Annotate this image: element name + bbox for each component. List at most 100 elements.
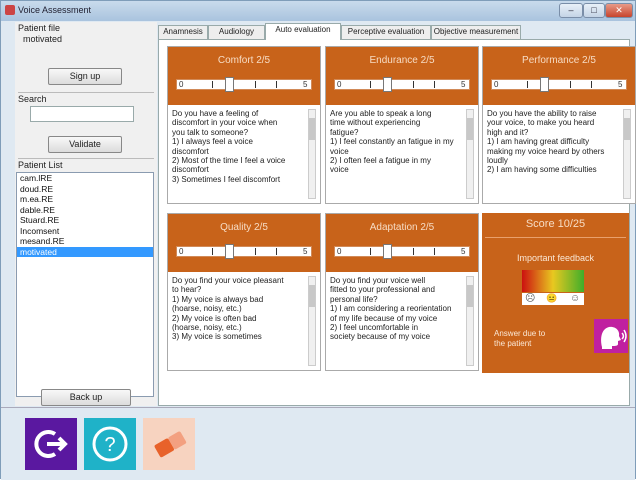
quality-question-text: Do you find your voice pleasant to hear? 1… xyxy=(172,276,306,368)
slider-min-label: 0 xyxy=(179,80,184,89)
tab-anamnesis[interactable]: Anamnesis xyxy=(158,25,208,39)
slider-tick xyxy=(254,248,256,255)
question-line: to hear? xyxy=(172,285,202,295)
list-item[interactable]: Stuard.RE xyxy=(17,215,153,226)
list-item[interactable]: doud.RE xyxy=(17,184,153,195)
list-item[interactable]: dable.RE xyxy=(17,205,153,216)
question-line: 2) I feel uncomfortable in xyxy=(330,323,419,333)
question-line: discomfort xyxy=(172,146,209,156)
tab-objective-measurement[interactable]: Objective measurement xyxy=(431,25,521,39)
scrollbar[interactable] xyxy=(466,109,474,199)
question-line: you talk to someone? xyxy=(172,127,249,137)
adaptation-slider[interactable]: 05 xyxy=(334,244,470,259)
slider-thumb[interactable] xyxy=(540,77,550,92)
question-line: making my voice heard by others xyxy=(487,146,605,156)
performance-card: Performance 2/5 0 5 Do you have the ability… xyxy=(482,46,636,204)
feedback-gradient-bar xyxy=(522,270,584,292)
slider-max-label: 5 xyxy=(618,80,623,89)
comfort-question-text: Do you have a feeling of discomfort in yo… xyxy=(172,109,306,201)
speaking-head-icon[interactable] xyxy=(594,319,628,353)
scrollbar[interactable] xyxy=(308,109,316,199)
help-button[interactable]: ? xyxy=(84,418,136,470)
scrollbar[interactable] xyxy=(623,109,631,199)
slider-tick xyxy=(412,81,414,88)
question-line: Are you able to speak a long xyxy=(330,109,432,118)
card-header: Performance 2/5 0 5 xyxy=(483,47,635,105)
comfort-slider[interactable]: 05 xyxy=(176,77,312,92)
question-line: personal life? xyxy=(330,294,378,304)
slider-tick xyxy=(370,248,372,255)
scrollbar-thumb[interactable] xyxy=(467,118,473,140)
slider-tick xyxy=(275,81,277,88)
scrollbar-thumb[interactable] xyxy=(309,285,315,307)
search-input[interactable] xyxy=(30,106,134,122)
question-line: your voice, to make you heard xyxy=(487,118,595,128)
question-line: 1) I always feel a voice xyxy=(172,137,253,147)
happy-face-icon[interactable]: ☺ xyxy=(570,293,580,304)
patient-list[interactable]: cam.lRE doud.RE m.ea.RE dable.RE Stuard.… xyxy=(16,172,154,397)
performance-slider[interactable]: 05 xyxy=(491,77,627,92)
question-line: fatigue? xyxy=(330,127,359,137)
eraser-button[interactable] xyxy=(143,418,195,470)
card-header: Adaptation 2/5 0 5 xyxy=(326,214,478,272)
validate-button[interactable]: Validate xyxy=(48,136,122,153)
slider-thumb[interactable] xyxy=(383,77,393,92)
list-item[interactable]: cam.lRE xyxy=(17,173,153,184)
answer-note: Answer due to the patient xyxy=(494,329,546,348)
slider-min-label: 0 xyxy=(337,80,342,89)
question-line: society because of my voice xyxy=(330,332,431,342)
tab-perceptive-evaluation[interactable]: Perceptive evaluation xyxy=(341,25,431,39)
slider-tick xyxy=(212,81,214,88)
feedback-faces: ☹ 😐 ☺ xyxy=(522,293,584,305)
maximize-button[interactable]: □ xyxy=(583,3,605,18)
patient-list-label: Patient List xyxy=(18,160,63,170)
adaptation-question-text: Do you find your voice well fitted to you… xyxy=(330,276,464,368)
slider-tick xyxy=(569,81,571,88)
sign-up-button[interactable]: Sign up xyxy=(48,68,122,85)
performance-question-text: Do you have the ability to raise your voi… xyxy=(487,109,621,201)
question-line: loudly xyxy=(487,156,508,166)
minimize-button[interactable]: – xyxy=(559,3,583,18)
question-line: Do you find your voice pleasant xyxy=(172,276,284,285)
list-item-selected[interactable]: motivated xyxy=(17,246,153,257)
neutral-face-icon[interactable]: 😐 xyxy=(546,293,557,304)
performance-title: Performance 2/5 xyxy=(522,55,596,66)
comfort-card: Comfort 2/5 0 5 Do you have a feeling of dis… xyxy=(167,46,321,204)
tab-audiology[interactable]: Audiology xyxy=(208,25,265,39)
list-item[interactable]: mesand.RE xyxy=(17,236,153,247)
scrollbar-thumb[interactable] xyxy=(467,285,473,307)
scrollbar[interactable] xyxy=(466,276,474,366)
scrollbar[interactable] xyxy=(308,276,316,366)
endurance-slider[interactable]: 05 xyxy=(334,77,470,92)
tab-auto-evaluation[interactable]: Auto evaluation xyxy=(265,23,341,40)
slider-tick xyxy=(433,81,435,88)
slider-thumb[interactable] xyxy=(383,244,393,259)
close-button[interactable]: ✕ xyxy=(605,3,633,18)
question-line: time without experiencing xyxy=(330,118,421,128)
help-icon: ? xyxy=(92,426,128,462)
slider-thumb[interactable] xyxy=(225,77,235,92)
score-title: Score 10/25 xyxy=(525,218,586,230)
adaptation-title: Adaptation 2/5 xyxy=(369,222,435,233)
feedback-label: Important feedback xyxy=(516,253,595,263)
search-label: Search xyxy=(18,94,47,104)
quality-slider[interactable]: 05 xyxy=(176,244,312,259)
slider-tick xyxy=(370,81,372,88)
question-line: Do you have the ability to raise xyxy=(487,109,597,118)
slider-tick xyxy=(527,81,529,88)
exit-icon xyxy=(34,430,68,458)
endurance-card: Endurance 2/5 0 5 Are you able to speak a l… xyxy=(325,46,479,204)
scrollbar-thumb[interactable] xyxy=(309,118,315,140)
list-item[interactable]: Incomsent xyxy=(17,226,153,237)
question-line: Do you find your voice well xyxy=(330,276,426,285)
endurance-title: Endurance 2/5 xyxy=(369,55,435,66)
eraser-icon xyxy=(154,431,187,458)
slider-thumb[interactable] xyxy=(225,244,235,259)
scrollbar-thumb[interactable] xyxy=(624,118,630,140)
card-header: Comfort 2/5 0 5 xyxy=(168,47,320,105)
sad-face-icon[interactable]: ☹ xyxy=(525,293,535,304)
quality-title: Quality 2/5 xyxy=(220,222,268,233)
list-item[interactable]: m.ea.RE xyxy=(17,194,153,205)
exit-button[interactable] xyxy=(25,418,77,470)
back-up-button[interactable]: Back up xyxy=(41,389,131,406)
